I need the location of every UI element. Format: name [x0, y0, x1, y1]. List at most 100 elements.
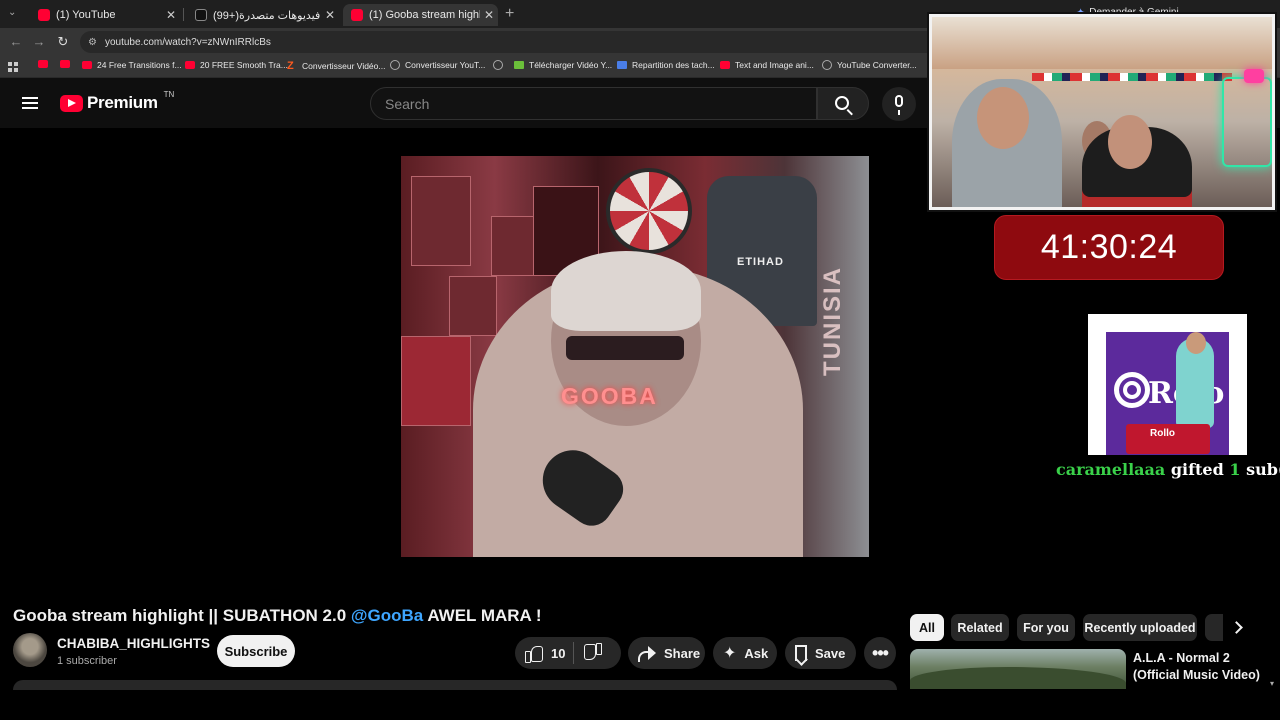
- microphone-icon: [895, 95, 903, 115]
- tab-title: (1) YouTube: [56, 9, 116, 21]
- related-video-title[interactable]: A.L.A - Normal 2 (Official Music Video): [1133, 650, 1268, 684]
- channel-avatar[interactable]: [13, 633, 47, 667]
- tab-search-chevron-icon[interactable]: ⌄: [8, 7, 20, 19]
- bookmark-label: 20 FREE Smooth Tra...: [200, 60, 288, 70]
- webcam-face: [977, 87, 1029, 149]
- dartboard: [606, 168, 692, 254]
- country-code: TN: [163, 89, 175, 99]
- bookmark-item[interactable]: Télécharger Vidéo Y...: [514, 60, 612, 70]
- channel-mention-link[interactable]: @GooBa: [351, 606, 423, 625]
- tab-separator: [183, 8, 184, 21]
- forward-arrow-icon[interactable]: →: [31, 34, 47, 49]
- new-tab-button[interactable]: +: [505, 5, 514, 23]
- streamer-glasses: [566, 336, 684, 360]
- browser-tab-youtube[interactable]: (1) YouTube ✕: [30, 4, 180, 26]
- close-tab-icon[interactable]: ✕: [321, 8, 339, 22]
- more-dots-icon: •••: [872, 643, 889, 663]
- wall-poster: [449, 276, 497, 336]
- chip-for-you[interactable]: For you: [1017, 614, 1075, 641]
- gift-alert-background: Rolo Rollo: [1106, 332, 1229, 455]
- bookmark-label: Repartition des tach...: [632, 60, 715, 70]
- url-text: youtube.com/watch?v=zNWnIRRlcBs: [104, 36, 271, 48]
- youtube-icon: [720, 61, 730, 69]
- gift-figure-head: [1186, 332, 1206, 354]
- video-title: Gooba stream highlight || SUBATHON 2.0 @…: [13, 606, 542, 626]
- wall-poster: [411, 176, 471, 266]
- save-button[interactable]: Save: [785, 637, 856, 669]
- stream-webcam-overlay: [929, 14, 1275, 210]
- chip-partial[interactable]: [1205, 614, 1223, 641]
- chip-recently-uploaded[interactable]: Recently uploaded: [1083, 614, 1197, 641]
- youtube-icon: [185, 61, 195, 69]
- subscribe-button[interactable]: Subscribe: [217, 635, 295, 667]
- chips-next-button[interactable]: [1225, 614, 1251, 641]
- chip-all[interactable]: All: [910, 614, 944, 641]
- close-tab-icon[interactable]: ✕: [162, 8, 180, 22]
- youtube-play-icon: [60, 94, 83, 112]
- browser-tab-active-video[interactable]: (1) Gooba stream highlight || SU ✕: [343, 4, 498, 26]
- search-box: [370, 87, 817, 120]
- share-button[interactable]: Share: [628, 637, 705, 669]
- more-actions-button[interactable]: •••: [864, 637, 896, 669]
- candy-pack-label: Rollo: [1150, 428, 1175, 439]
- bookmark-item[interactable]: Text and Image ani...: [720, 60, 814, 70]
- bookmark-item[interactable]: [493, 60, 508, 70]
- youtube-icon: [82, 61, 92, 69]
- search-button[interactable]: [817, 87, 869, 120]
- gift-alert-text: caramellaaa gifted 1 sub(s)!: [1056, 460, 1280, 479]
- bookmark-item[interactable]: Repartition des tach...: [617, 60, 715, 70]
- sparkle-icon: ✦: [723, 645, 737, 662]
- bookmark-item[interactable]: YouTube Converter...: [822, 60, 917, 70]
- globe-icon: [390, 60, 400, 70]
- voice-search-button[interactable]: [882, 87, 916, 121]
- video-title-suffix: AWEL MARA !: [427, 606, 542, 625]
- globe-icon: [822, 60, 832, 70]
- gift-username: caramellaaa: [1056, 460, 1166, 479]
- site-settings-icon[interactable]: ⚙: [88, 37, 97, 48]
- webcam-flags: [1032, 73, 1232, 81]
- video-title-text: Gooba stream highlight || SUBATHON 2.0: [13, 606, 347, 625]
- ask-button[interactable]: ✦ Ask: [713, 637, 777, 669]
- chip-related[interactable]: Related: [951, 614, 1009, 641]
- like-count: 10: [551, 645, 566, 661]
- globe-icon: [493, 60, 503, 70]
- dislike-button[interactable]: [584, 644, 602, 662]
- description-box[interactable]: [13, 680, 897, 690]
- like-button[interactable]: 10: [515, 637, 565, 669]
- bookmark-item[interactable]: [60, 60, 75, 68]
- channel-name-link[interactable]: CHABIBA_HIGHLIGHTS: [57, 636, 210, 651]
- chevron-right-icon: [1229, 621, 1243, 634]
- video-overlay-text: GOOBA: [561, 383, 658, 409]
- webcam-led-light: [1222, 77, 1272, 167]
- reload-icon[interactable]: ↻: [55, 34, 71, 50]
- related-video-thumbnail[interactable]: [910, 649, 1126, 689]
- bookmark-item[interactable]: [38, 60, 53, 68]
- video-content[interactable]: ETIHAD GOOBA TUNISIA: [401, 156, 869, 557]
- bookmark-item[interactable]: 24 Free Transitions f...: [82, 60, 182, 70]
- address-bar[interactable]: ⚙ youtube.com/watch?v=zNWnIRRlcBs: [80, 31, 940, 53]
- webcam-ceiling: [932, 17, 1272, 69]
- close-tab-icon[interactable]: ✕: [480, 8, 498, 22]
- like-divider: [573, 642, 575, 664]
- gift-count: 1: [1229, 460, 1241, 479]
- browser-tab-tiktok[interactable]: (99+)شاهد فيديوهات متصدرة | Ti ✕: [187, 4, 339, 26]
- youtube-premium-logo[interactable]: Premium TN: [60, 90, 174, 113]
- bookmark-item[interactable]: Convertisseur YouT...: [390, 60, 485, 70]
- webcam-face: [1108, 115, 1152, 169]
- bookmark-item[interactable]: Z Convertisseur Vidéo...: [287, 60, 385, 72]
- subscriber-count: 1 subscriber: [57, 655, 117, 667]
- tab-title: (1) Gooba stream highlight || SU: [369, 9, 480, 21]
- youtube-icon: [351, 9, 363, 21]
- bookmark-item[interactable]: 20 FREE Smooth Tra...: [185, 60, 288, 70]
- z-icon: Z: [287, 60, 294, 72]
- like-dislike-group: 10: [515, 637, 621, 669]
- back-arrow-icon[interactable]: ←: [8, 34, 24, 49]
- download-icon: [514, 61, 524, 69]
- menu-icon[interactable]: [22, 97, 38, 109]
- apps-grid-icon[interactable]: [8, 62, 18, 72]
- share-label: Share: [664, 645, 701, 661]
- save-label: Save: [815, 645, 846, 661]
- scroll-down-arrow-icon[interactable]: ▾: [1270, 679, 1274, 688]
- thumbs-up-icon: [525, 644, 543, 663]
- search-input[interactable]: [371, 88, 816, 119]
